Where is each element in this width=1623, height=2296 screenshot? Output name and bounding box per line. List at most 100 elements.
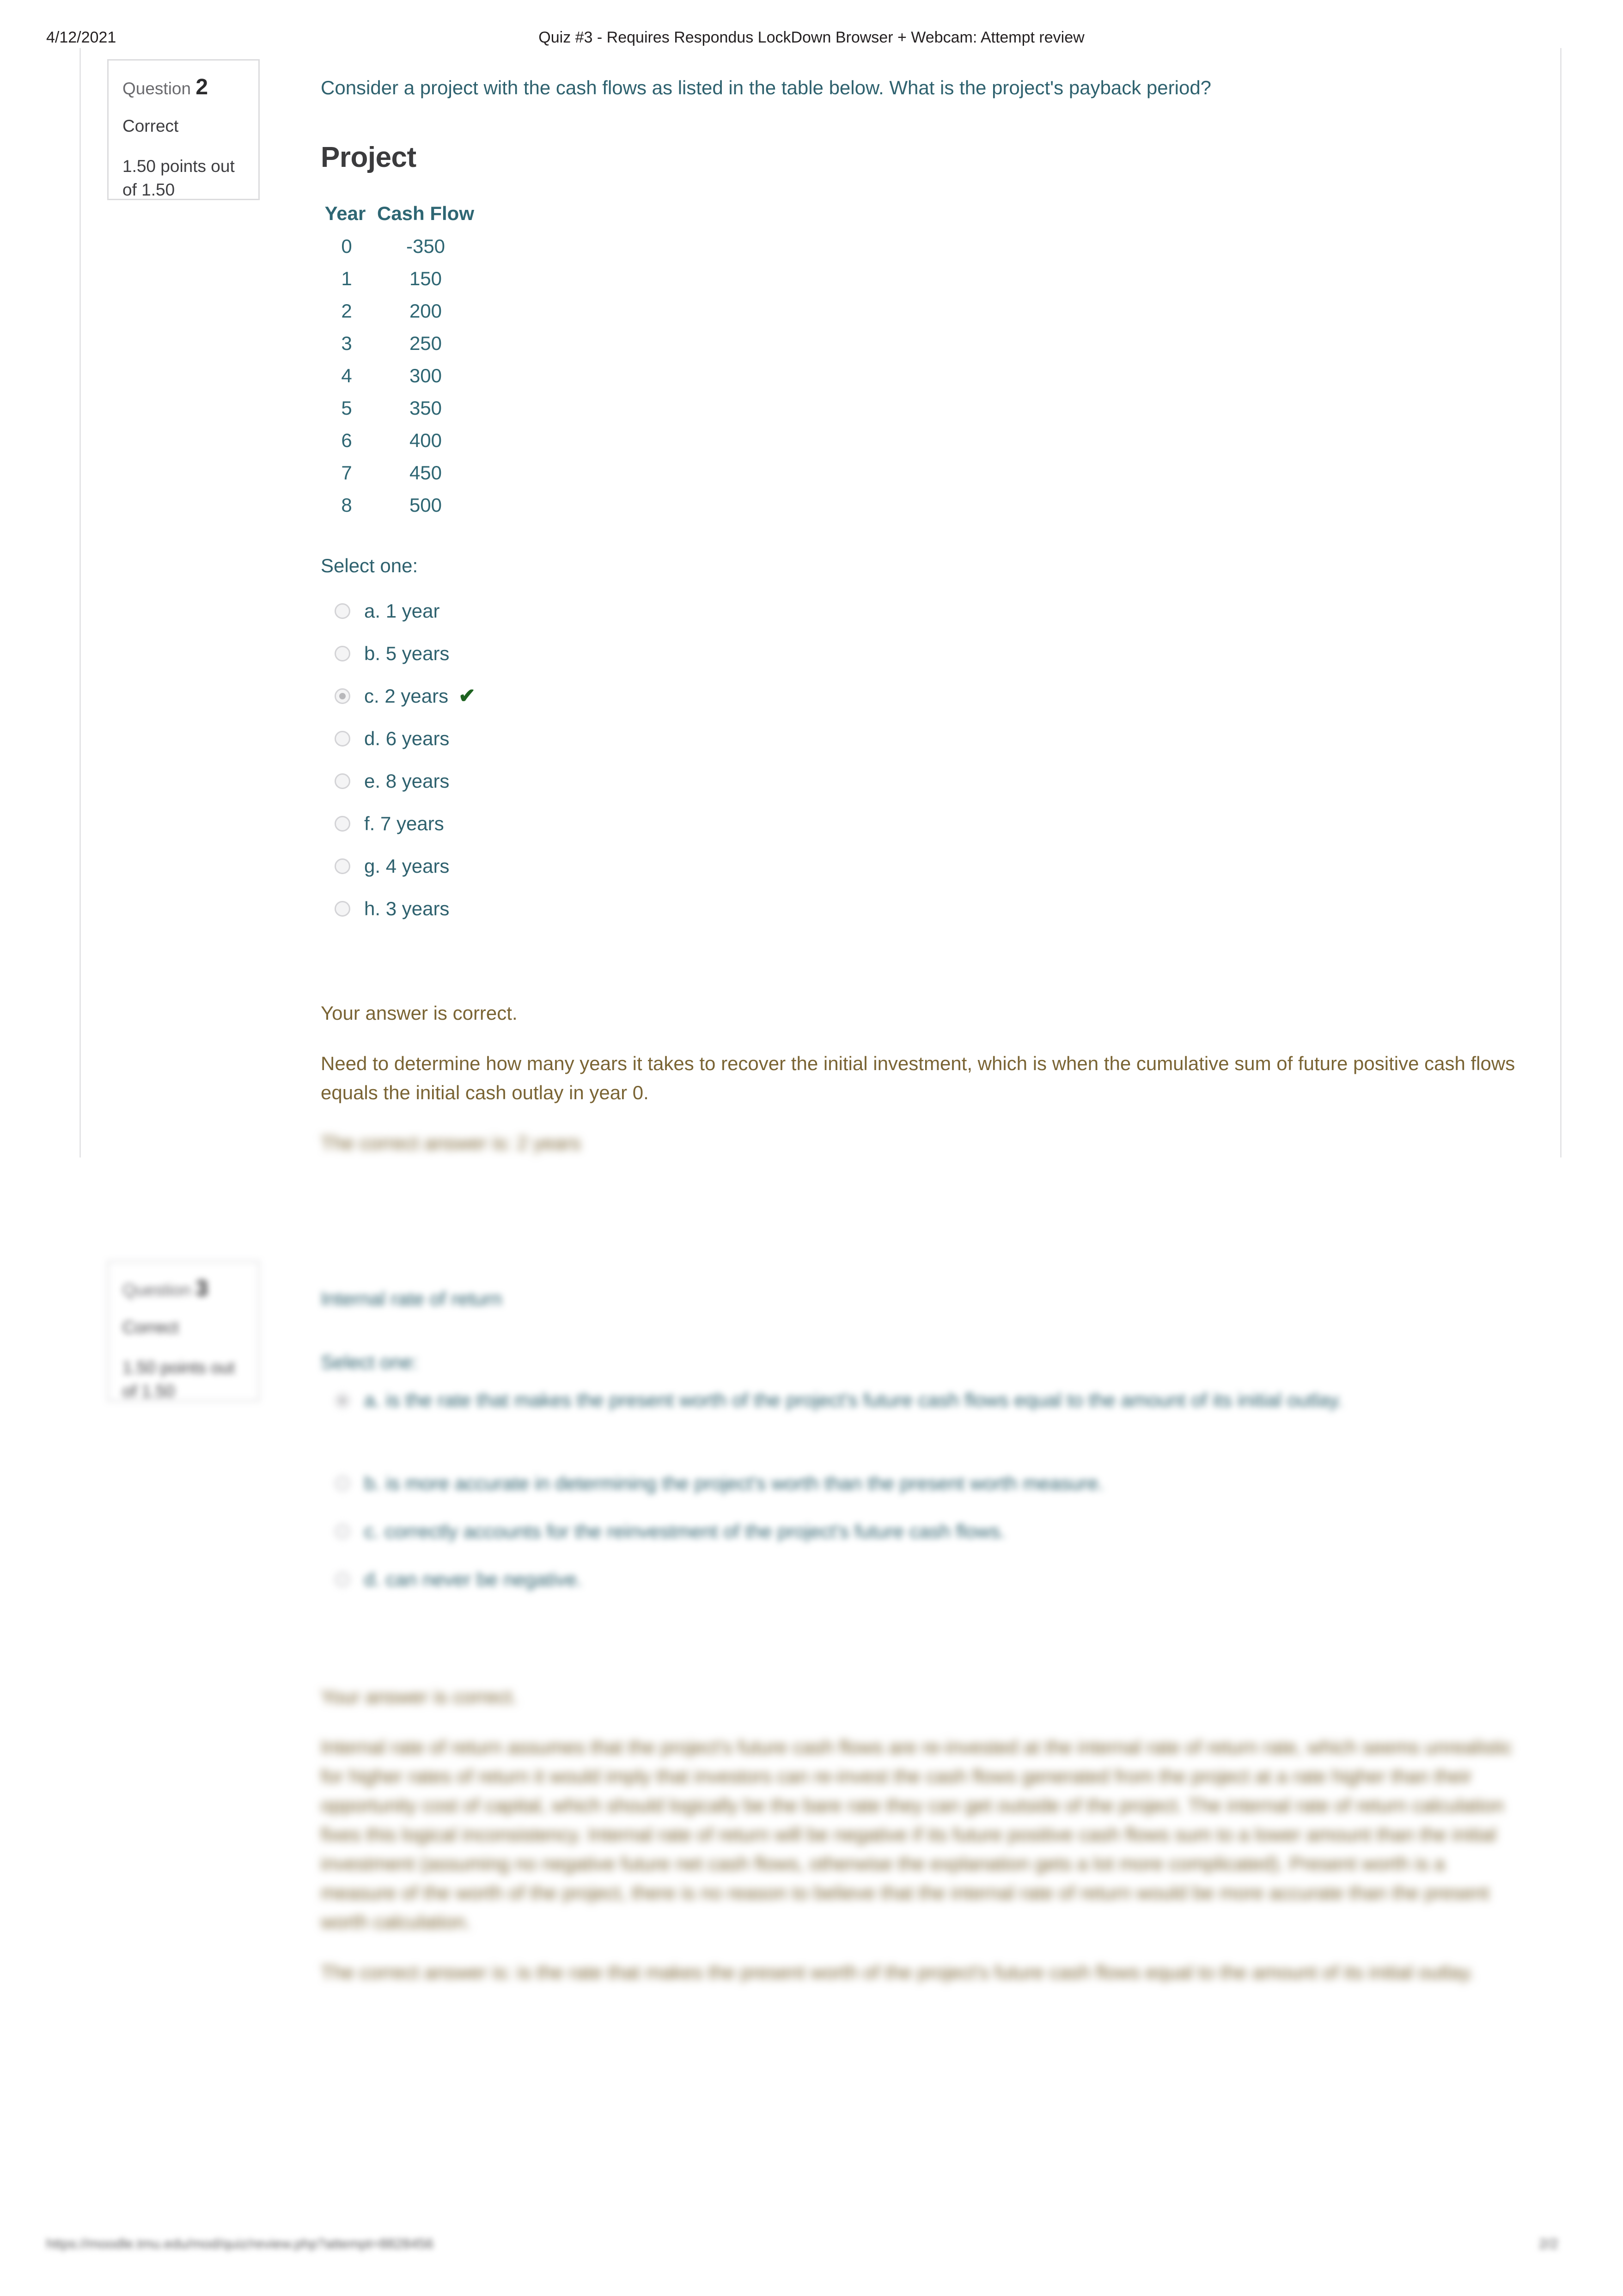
feedback-block-3: Your answer is correct. Internal rate of… [321, 1682, 1522, 1987]
answer-options-2: a. 1 year b. 5 years c. 2 years ✔ d. 6 y… [321, 590, 1522, 930]
cell-year: 7 [341, 461, 352, 484]
cell-cashflow: 350 [409, 397, 442, 419]
radio-icon-3-b[interactable] [335, 1475, 350, 1491]
answer-option-d[interactable]: d. 6 years [321, 717, 1522, 760]
answer-label-f: f. 7 years [364, 812, 444, 834]
radio-icon-a[interactable] [335, 603, 350, 619]
answer-option-c[interactable]: c. 2 years ✔ [321, 675, 1522, 717]
answer-option-3-c[interactable]: c. correctly accounts for the reinvestme… [321, 1507, 1522, 1555]
feedback-correct-answer-3: The correct answer is: is the rate that … [321, 1961, 1474, 1983]
radio-icon-3-a[interactable] [335, 1392, 350, 1408]
table-row: 6 400 [321, 424, 479, 457]
answer-option-b[interactable]: b. 5 years [321, 632, 1522, 675]
question-number-2: Question 2 [122, 73, 244, 103]
radio-icon-g[interactable] [335, 858, 350, 874]
cell-cashflow: -350 [406, 235, 445, 257]
question-stem-2: Consider a project with the cash flows a… [321, 77, 1212, 98]
feedback-block-2: Your answer is correct. Need to determin… [321, 998, 1522, 1157]
question-number-value-3: 3 [195, 1276, 208, 1301]
question-number-label-3: Question [122, 1280, 191, 1299]
table-row: 3 250 [321, 327, 479, 360]
cashflow-table-body: 0 -350 1 150 2 200 3 250 4 300 5 350 6 4… [321, 230, 479, 521]
question-info-box-3: Question 3 Correct 1.50 points out of 1.… [107, 1261, 260, 1402]
answer-label-3-c: c. correctly accounts for the reinvestme… [364, 1520, 1006, 1542]
cell-cashflow: 300 [409, 364, 442, 386]
radio-icon-3-d[interactable] [335, 1571, 350, 1587]
answer-label-h: h. 3 years [364, 897, 450, 919]
radio-icon-c[interactable] [335, 688, 350, 704]
answer-label-e: e. 8 years [364, 770, 450, 792]
table-row: 0 -350 [321, 230, 479, 263]
answer-option-3-b[interactable]: b. is more accurate in determining the p… [321, 1459, 1522, 1507]
table-row: 1 150 [321, 263, 479, 295]
answer-label-c: c. 2 years [364, 685, 449, 707]
cell-year: 4 [341, 364, 352, 386]
question-state-2: Correct [122, 116, 179, 135]
question-stem-3: Internal rate of return [321, 1288, 502, 1310]
cell-year: 0 [341, 235, 352, 257]
cashflow-table-header-row: Year Cash Flow [321, 202, 479, 230]
answer-label-a: a. 1 year [364, 600, 440, 622]
answer-option-3-a[interactable]: a. is the rate that makes the present wo… [321, 1386, 1522, 1459]
answer-label-3-b: b. is more accurate in determining the p… [364, 1472, 1104, 1494]
content-frame-left-rule [79, 48, 81, 1157]
question-content-3: Internal rate of return Select one: a. i… [321, 1285, 1522, 1987]
cell-cashflow: 200 [409, 300, 442, 322]
cell-year: 5 [341, 397, 352, 419]
radio-icon-h[interactable] [335, 900, 350, 917]
answer-option-h[interactable]: h. 3 years [321, 888, 1522, 930]
cell-cashflow: 500 [409, 494, 442, 516]
radio-icon-f[interactable] [335, 815, 350, 832]
answer-options-3: a. is the rate that makes the present wo… [321, 1386, 1522, 1604]
question-number-3: Question 3 [122, 1274, 244, 1304]
feedback-explanation-2: Need to determine how many years it take… [321, 1052, 1515, 1103]
radio-icon-3-c[interactable] [335, 1523, 350, 1539]
footer-page-number: 2/2 [1539, 2236, 1558, 2252]
radio-icon-e[interactable] [335, 773, 350, 789]
question-state-3: Correct [122, 1317, 179, 1337]
cell-year: 1 [341, 267, 352, 289]
answer-label-3-a: a. is the rate that makes the present wo… [364, 1389, 1343, 1411]
table-row: 4 300 [321, 360, 479, 392]
question-info-box-2: Question 2 Correct 1.50 points out of 1.… [107, 59, 260, 200]
question-grade-3: 1.50 points out of 1.50 [122, 1358, 235, 1401]
cashflow-header-year: Year [324, 202, 366, 224]
answer-option-3-d[interactable]: d. can never be negative. [321, 1555, 1522, 1604]
cell-year: 3 [341, 332, 352, 354]
feedback-verdict-2: Your answer is correct. [321, 1002, 518, 1024]
table-row: 8 500 [321, 489, 479, 521]
select-one-prompt-2: Select one: [321, 554, 418, 576]
question-grade-2: 1.50 points out of 1.50 [122, 156, 235, 199]
cashflow-table-title: Project [321, 141, 416, 173]
answer-label-g: g. 4 years [364, 855, 450, 877]
answer-option-a[interactable]: a. 1 year [321, 590, 1522, 632]
feedback-verdict-3: Your answer is correct. [321, 1685, 518, 1708]
answer-label-d: d. 6 years [364, 727, 450, 749]
table-row: 2 200 [321, 295, 479, 327]
table-row: 5 350 [321, 392, 479, 424]
select-one-prompt-3: Select one: [321, 1351, 418, 1373]
cell-year: 2 [341, 300, 352, 322]
cashflow-header-cashflow: Cash Flow [377, 202, 475, 224]
answer-option-g[interactable]: g. 4 years [321, 845, 1522, 888]
cashflow-table: Year Cash Flow 0 -350 1 150 2 200 3 250 … [321, 202, 479, 521]
question-number-value-2: 2 [195, 75, 208, 99]
cell-cashflow: 250 [409, 332, 442, 354]
answer-option-e[interactable]: e. 8 years [321, 760, 1522, 802]
answer-option-f[interactable]: f. 7 years [321, 802, 1522, 845]
footer-url[interactable]: https://moodle.tmu.edu/mod/quiz/review.p… [46, 2236, 433, 2252]
content-frame-right-rule [1560, 48, 1562, 1157]
cell-cashflow: 400 [409, 429, 442, 451]
question-number-label-2: Question [122, 79, 191, 98]
answer-label-b: b. 5 years [364, 642, 450, 664]
radio-icon-d[interactable] [335, 730, 350, 747]
table-row: 7 450 [321, 457, 479, 489]
cell-year: 6 [341, 429, 352, 451]
feedback-explanation-3: Internal rate of return assumes that the… [321, 1736, 1513, 1933]
radio-icon-b[interactable] [335, 645, 350, 661]
quiz-review-page: 4/12/2021 Quiz #3 - Requires Respondus L… [0, 0, 1623, 2296]
print-header: 4/12/2021 Quiz #3 - Requires Respondus L… [0, 27, 1623, 48]
answer-label-3-d: d. can never be negative. [364, 1568, 582, 1590]
cell-cashflow: 150 [409, 267, 442, 289]
question-content-2: Consider a project with the cash flows a… [321, 74, 1522, 1157]
